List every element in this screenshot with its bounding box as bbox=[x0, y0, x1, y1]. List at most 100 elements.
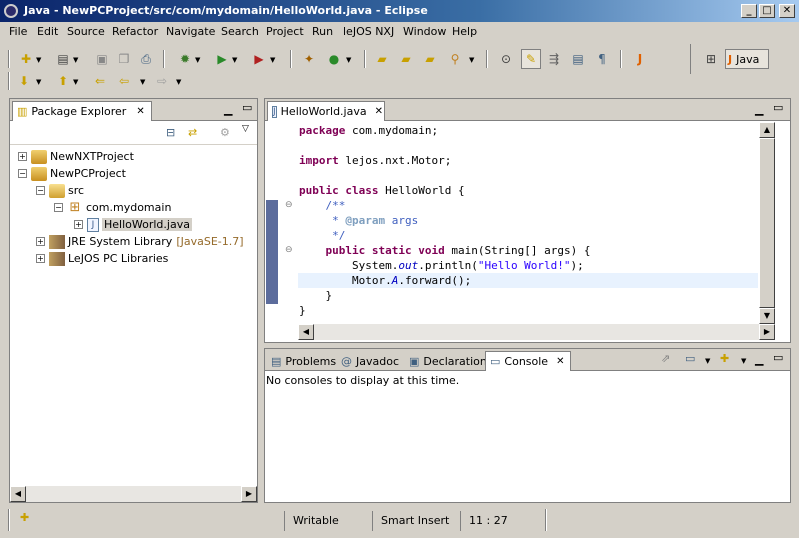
fast-view-icon[interactable]: ✚ bbox=[20, 511, 29, 524]
tab-problems[interactable]: ▤ Problems bbox=[267, 352, 340, 371]
open-task-icon[interactable]: ▰ bbox=[398, 51, 414, 67]
save-icon[interactable]: ▣ bbox=[94, 51, 110, 67]
code-line[interactable]: * @param args bbox=[299, 213, 418, 228]
new-package-icon[interactable]: ▤ bbox=[55, 51, 71, 67]
scroll-up-icon[interactable]: ▲ bbox=[759, 122, 775, 138]
collapse-icon[interactable]: − bbox=[36, 186, 45, 195]
code-line[interactable]: package com.mydomain; bbox=[299, 123, 438, 138]
minimize-view-icon[interactable]: ▁ bbox=[755, 353, 763, 366]
collapse-icon[interactable]: − bbox=[18, 169, 27, 178]
tree-item[interactable]: + NewNXTProject bbox=[18, 148, 134, 165]
menu-window[interactable]: Window bbox=[403, 25, 446, 38]
code-line[interactable]: */ bbox=[299, 228, 345, 243]
menu-search[interactable]: Search bbox=[221, 25, 259, 38]
maximize-view-icon[interactable]: ▭ bbox=[773, 101, 783, 114]
scroll-right-icon[interactable]: ▶ bbox=[241, 486, 257, 502]
scroll-left-icon[interactable]: ◀ bbox=[298, 324, 314, 340]
code-line[interactable]: } bbox=[299, 288, 332, 303]
scroll-left-icon[interactable]: ◀ bbox=[10, 486, 26, 502]
display-console-icon[interactable]: ▭ bbox=[685, 352, 695, 365]
tab-console[interactable]: ▭ Console ✕ bbox=[485, 351, 571, 371]
open-perspective-icon[interactable]: ⊞ bbox=[703, 51, 719, 67]
last-edit-icon[interactable]: ⇐ bbox=[92, 73, 108, 89]
menu-project[interactable]: Project bbox=[266, 25, 304, 38]
tree-item[interactable]: + JRE System Library [JavaSE-1.7] bbox=[36, 233, 244, 250]
close-icon[interactable]: ✕ bbox=[375, 106, 383, 117]
minimize-button[interactable]: _ bbox=[741, 4, 757, 18]
external-tools-icon[interactable]: ▶ bbox=[251, 51, 267, 67]
open-type-icon[interactable]: ▰ bbox=[374, 51, 390, 67]
sync-icon[interactable]: ⚙ bbox=[220, 126, 230, 139]
java-perspective-button[interactable]: J Java bbox=[725, 49, 769, 69]
forward-icon[interactable]: ⇨ bbox=[154, 73, 170, 89]
tab-package-explorer[interactable]: ▥ Package Explorer ✕ bbox=[12, 101, 152, 121]
close-icon[interactable]: ✕ bbox=[556, 356, 564, 367]
pin-console-icon[interactable]: ⇗ bbox=[661, 352, 670, 365]
menu-file[interactable]: File bbox=[9, 25, 27, 38]
code-line[interactable]: public class HelloWorld { bbox=[299, 183, 465, 198]
link-editor-icon[interactable]: ⇄ bbox=[188, 126, 197, 139]
search-icon[interactable]: ⚲ bbox=[447, 51, 463, 67]
code-line[interactable]: System.out.println("Hello World!"); bbox=[299, 258, 584, 273]
fold-icon[interactable]: ⊖ bbox=[285, 200, 293, 210]
menu-lejos-nxj[interactable]: leJOS NXJ bbox=[343, 25, 394, 38]
annotation-prev-icon[interactable]: ⬆ bbox=[55, 73, 71, 89]
debug-icon[interactable]: ✹ bbox=[177, 51, 193, 67]
expand-icon[interactable]: + bbox=[18, 152, 27, 161]
menu-source[interactable]: Source bbox=[67, 25, 105, 38]
toggle-breadcrumb-icon[interactable]: ⊙ bbox=[498, 51, 514, 67]
menu-run[interactable]: Run bbox=[312, 25, 333, 38]
java-icon[interactable]: J bbox=[632, 51, 648, 67]
save-all-icon[interactable]: ❐ bbox=[116, 51, 132, 67]
tree-item[interactable]: − src bbox=[36, 182, 84, 199]
minimize-view-icon[interactable]: ▁ bbox=[224, 103, 232, 116]
menu-refactor[interactable]: Refactor bbox=[112, 25, 158, 38]
new-icon[interactable]: ✚ bbox=[18, 51, 34, 67]
code-line[interactable]: /** bbox=[299, 198, 345, 213]
tree-item[interactable]: − NewPCProject bbox=[18, 165, 126, 182]
scroll-right-icon[interactable]: ▶ bbox=[759, 324, 775, 340]
code-line[interactable]: import lejos.nxt.Motor; bbox=[299, 153, 451, 168]
menu-help[interactable]: Help bbox=[452, 25, 477, 38]
collapse-icon[interactable]: − bbox=[54, 203, 63, 212]
maximize-view-icon[interactable]: ▭ bbox=[242, 101, 252, 114]
open-console-icon[interactable]: ✚ bbox=[720, 352, 729, 365]
view-menu-icon[interactable]: ▽ bbox=[242, 124, 249, 134]
tree-item[interactable]: + LeJOS PC Libraries bbox=[36, 250, 168, 267]
expand-icon[interactable]: + bbox=[36, 254, 45, 263]
vertical-scrollbar[interactable]: ▲ ▼ bbox=[759, 122, 775, 324]
tree-item[interactable]: + J HelloWorld.java bbox=[74, 216, 192, 233]
menu-navigate[interactable]: Navigate bbox=[166, 25, 215, 38]
expand-icon[interactable]: + bbox=[74, 220, 83, 229]
open-resource-icon[interactable]: ▰ bbox=[422, 51, 438, 67]
tab-javadoc[interactable]: @ Javadoc bbox=[337, 352, 403, 371]
horizontal-scrollbar[interactable]: ◀ ▶ bbox=[10, 486, 257, 502]
collapse-all-icon[interactable]: ⊟ bbox=[166, 126, 175, 139]
mark-occurrences-icon[interactable]: ✎ bbox=[521, 49, 541, 69]
show-source-icon[interactable]: ▤ bbox=[570, 51, 586, 67]
menu-edit[interactable]: Edit bbox=[37, 25, 58, 38]
back-icon[interactable]: ⇦ bbox=[116, 73, 132, 89]
close-icon[interactable]: ✕ bbox=[136, 106, 144, 117]
new-class-icon[interactable]: ● bbox=[326, 51, 342, 67]
code-line[interactable]: Motor.A.forward(); bbox=[299, 273, 471, 288]
fold-icon[interactable]: ⊖ bbox=[285, 245, 293, 255]
annotation-next-icon[interactable]: ⬇ bbox=[16, 73, 32, 89]
show-whitespace-icon[interactable]: ¶ bbox=[594, 51, 610, 67]
maximize-view-icon[interactable]: ▭ bbox=[773, 351, 783, 364]
code-line[interactable]: public static void main(String[] args) { bbox=[299, 243, 591, 258]
scroll-thumb[interactable] bbox=[759, 138, 775, 308]
close-button[interactable]: ✕ bbox=[779, 4, 795, 18]
tab-declaration[interactable]: ▣ Declaration bbox=[405, 352, 491, 371]
tab-helloworld[interactable]: J HelloWorld.java ✕ bbox=[267, 101, 385, 121]
maximize-button[interactable]: □ bbox=[759, 4, 775, 18]
horizontal-scrollbar[interactable]: ◀ ▶ bbox=[298, 324, 775, 340]
run-icon[interactable]: ▶ bbox=[214, 51, 230, 67]
block-selection-icon[interactable]: ⇶ bbox=[546, 51, 562, 67]
tree-item[interactable]: − ⊞ com.mydomain bbox=[54, 199, 171, 216]
code-line[interactable]: } bbox=[299, 303, 306, 318]
minimize-view-icon[interactable]: ▁ bbox=[755, 103, 763, 116]
print-icon[interactable]: ⎙ bbox=[138, 51, 154, 67]
scroll-down-icon[interactable]: ▼ bbox=[759, 308, 775, 324]
new-java-project-icon[interactable]: ✦ bbox=[301, 51, 317, 67]
